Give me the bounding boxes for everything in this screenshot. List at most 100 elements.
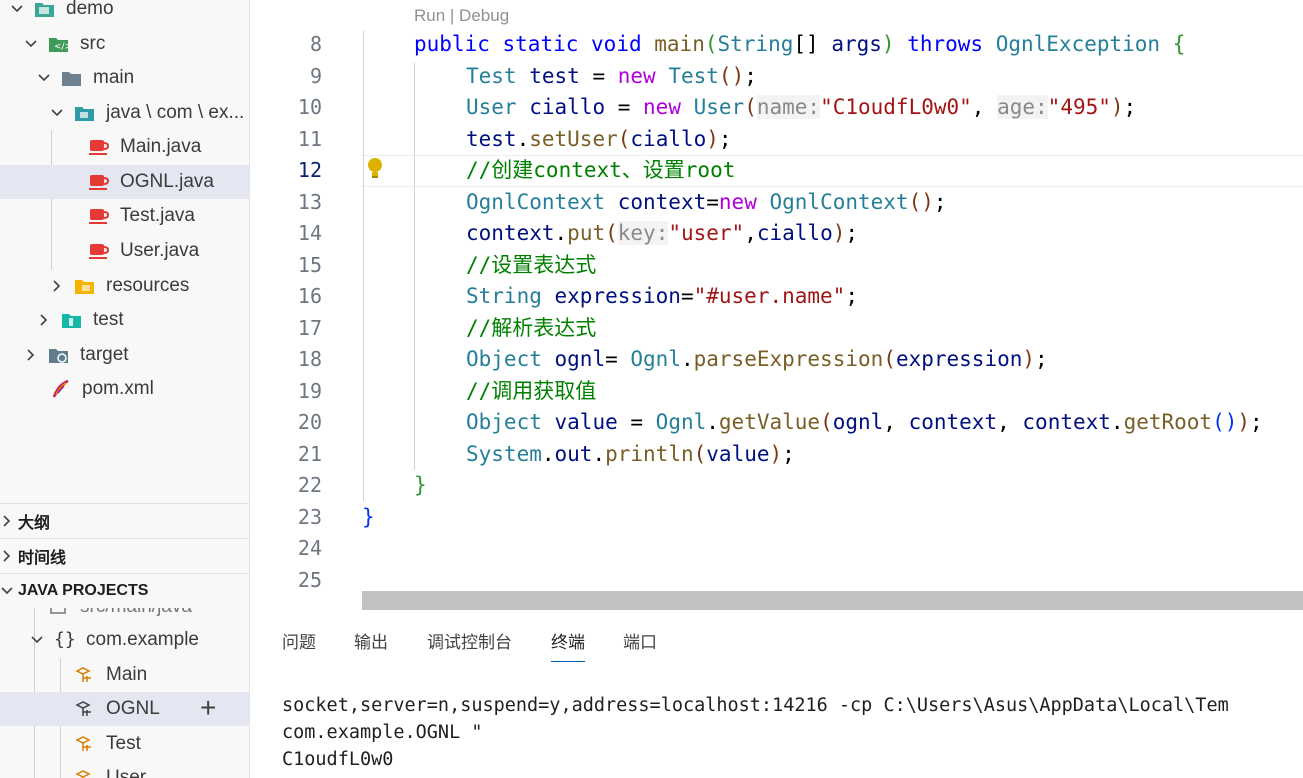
token: context	[1022, 410, 1111, 434]
code-line-15: //设置表达式	[466, 253, 597, 277]
line-number: 13	[297, 190, 322, 214]
tree-item-label: demo	[66, 0, 114, 19]
token: "#user.name"	[693, 284, 846, 308]
token: expression	[895, 347, 1023, 371]
token: OgnlException	[995, 32, 1161, 56]
codelens-run-debug[interactable]: Run | Debug	[414, 6, 509, 26]
token: out	[554, 442, 593, 466]
tab-ports[interactable]: 端口	[623, 628, 657, 661]
token: User	[693, 95, 745, 119]
code-line-20: Object value = Ognl.getValue(ognl, conte…	[466, 410, 1263, 434]
tree-item-class-test[interactable]: Test	[0, 727, 249, 761]
line-number: 19	[297, 379, 322, 403]
tree-item-ognl-java[interactable]: OGNL.java	[0, 165, 249, 199]
tree-item-java-package[interactable]: java \ com \ ex...	[0, 96, 249, 130]
timeline-section-header[interactable]: 时间线	[0, 538, 249, 573]
tree-item-demo[interactable]: demo	[0, 0, 249, 26]
tree-item-main-java[interactable]: Main.java	[0, 130, 249, 164]
token: ciallo	[756, 221, 833, 245]
tree-item-label: pom.xml	[82, 378, 154, 399]
line-number: 20	[297, 410, 322, 434]
tree-item-label: java \ com \ ex...	[106, 102, 245, 123]
tree-item-label: Test.java	[120, 205, 195, 226]
token: void	[591, 32, 642, 56]
inlay-hint: name:	[756, 95, 821, 119]
token: test	[466, 127, 517, 151]
tree-item-label: Test	[106, 733, 141, 754]
tree-item-label: resources	[106, 275, 190, 296]
terminal-line[interactable]: C1oudfL0w0	[282, 746, 393, 773]
tree-item-class-user[interactable]: User	[0, 761, 249, 778]
chevron-down-icon	[37, 71, 51, 85]
code-line-16: String expression="#user.name";	[466, 284, 858, 308]
line-number: 9	[309, 64, 322, 88]
token: String	[717, 32, 794, 56]
tree-item-class-main[interactable]: Main	[0, 658, 249, 692]
line-number: 14	[297, 221, 322, 245]
token: OgnlContext	[769, 190, 909, 214]
inlay-hint: age:	[997, 95, 1048, 119]
tree-item-test[interactable]: test	[0, 303, 249, 337]
code-line-8: public static void main(String[] args) t…	[414, 32, 1186, 56]
line-number: 16	[297, 284, 322, 308]
tree-item-test-java[interactable]: Test.java	[0, 199, 249, 233]
tab-debug-console[interactable]: 调试控制台	[427, 628, 512, 661]
code-editor[interactable]: Run | Debug 8 9 10 11 12 13 14 15 16 17 …	[250, 0, 1303, 610]
token: Test	[466, 64, 517, 88]
target-folder-icon	[48, 345, 70, 365]
maven-icon	[50, 379, 72, 399]
tree-item-pom-xml[interactable]: pom.xml	[0, 372, 249, 406]
token: "495"	[1047, 95, 1111, 119]
tree-item-target[interactable]: target	[0, 338, 249, 372]
tree-item-src[interactable]: </> src	[0, 27, 249, 61]
java-projects-section-header[interactable]: JAVA PROJECTS	[0, 573, 249, 608]
token: "user"	[668, 221, 745, 245]
code-line-18: Object ognl= Ognl.parseExpression(expres…	[466, 347, 1048, 371]
tree-item-user-java[interactable]: User.java	[0, 234, 249, 268]
tab-output[interactable]: 输出	[354, 628, 388, 661]
tree-item-label: User.java	[120, 240, 200, 261]
chevron-down-icon	[10, 2, 24, 16]
package-icon: {}	[54, 629, 76, 650]
chevron-down-icon	[24, 37, 38, 51]
token: static	[502, 32, 579, 56]
line-number: 10	[297, 95, 322, 119]
tab-problems[interactable]: 问题	[282, 628, 316, 661]
lightbulb-icon[interactable]	[366, 157, 384, 179]
chevron-right-icon	[50, 279, 64, 293]
terminal-line[interactable]: com.example.OGNL "	[282, 719, 482, 746]
token: value	[706, 442, 770, 466]
token: ognl	[554, 347, 606, 371]
java-file-icon	[88, 206, 110, 226]
tree-item-label: src	[80, 33, 106, 54]
folder-open-icon	[34, 0, 56, 19]
line-number: 21	[297, 442, 322, 466]
tree-item-main[interactable]: main	[0, 61, 249, 95]
line-number: 15	[297, 253, 322, 277]
tree-item-package[interactable]: {} com.example	[0, 623, 249, 657]
token: OgnlContext	[466, 190, 606, 214]
class-icon	[74, 665, 96, 685]
token: Object	[466, 410, 542, 434]
token: ciallo	[630, 127, 707, 151]
token: main	[654, 32, 705, 56]
chevron-down-icon	[30, 633, 44, 647]
tree-item-label: Main	[106, 664, 148, 685]
section-title: JAVA PROJECTS	[18, 582, 149, 599]
chevron-down-icon	[0, 584, 14, 598]
tree-item-class-ognl[interactable]: OGNL +	[0, 692, 249, 726]
token: parseExpression	[693, 347, 884, 371]
horizontal-scrollbar[interactable]	[362, 591, 1303, 610]
token: new	[617, 64, 656, 88]
add-icon[interactable]: +	[200, 692, 216, 724]
terminal-line[interactable]: socket,server=n,suspend=y,address=localh…	[282, 692, 1229, 719]
chevron-down-icon	[50, 106, 64, 120]
tab-terminal[interactable]: 终端	[551, 628, 585, 662]
line-number: 23	[297, 505, 322, 529]
tree-item-resources[interactable]: resources	[0, 269, 249, 303]
tree-item-label: OGNL	[106, 698, 160, 719]
outline-section-header[interactable]: 大纲	[0, 503, 249, 538]
code-line-21: System.out.println(value);	[466, 442, 795, 466]
token: Ognl	[630, 347, 681, 371]
code-line-17: //解析表达式	[466, 316, 597, 340]
